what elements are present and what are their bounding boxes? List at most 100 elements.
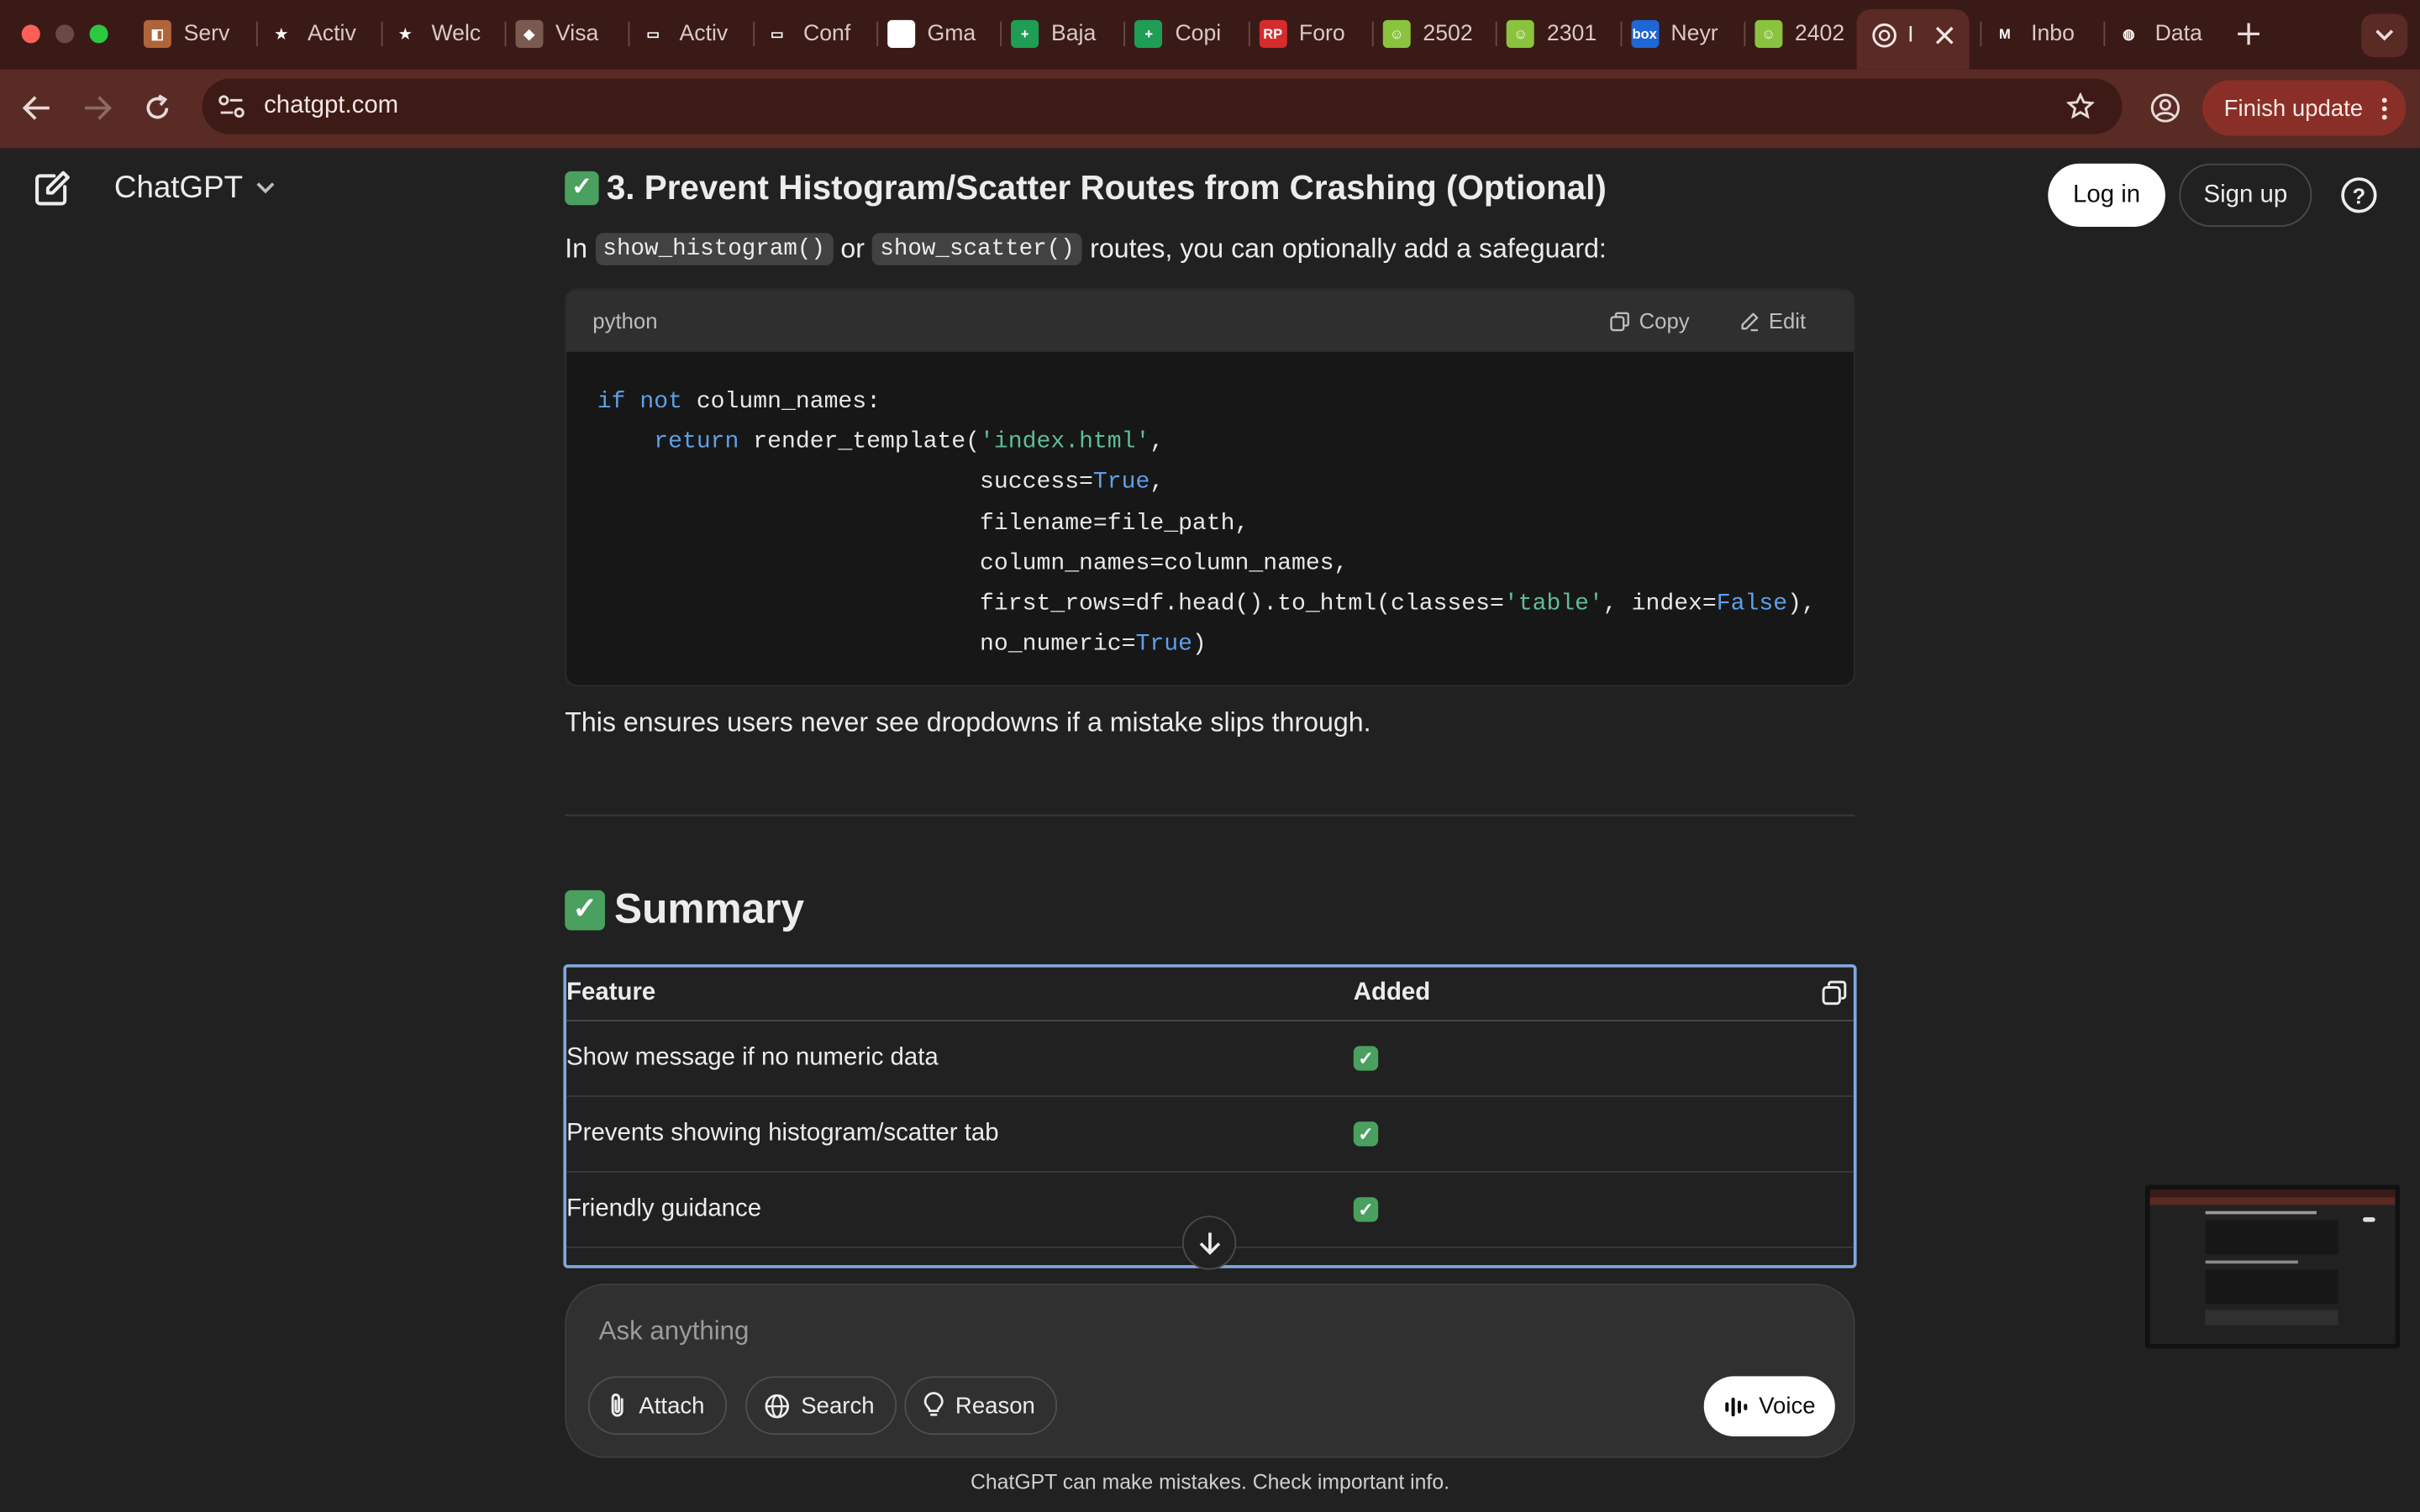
tab-favicon-icon: ▭ bbox=[639, 19, 667, 48]
code-line: first_rows=df.head().to_html(classes='ta… bbox=[597, 583, 1854, 623]
tab-separator bbox=[380, 21, 382, 47]
tab-favicon-icon: box bbox=[1630, 19, 1659, 48]
message-input[interactable]: Ask anything bbox=[599, 1316, 750, 1347]
code-token: no_numeric= bbox=[597, 629, 1136, 658]
reload-icon[interactable] bbox=[142, 92, 173, 123]
browser-tab[interactable]: M Inbo bbox=[1991, 13, 2096, 55]
browser-tab[interactable]: ▭ Activ bbox=[639, 13, 744, 55]
browser-tab[interactable]: ☺ 2301 bbox=[1507, 13, 1612, 55]
app-header: ChatGPT bbox=[31, 166, 277, 209]
site-settings-icon[interactable] bbox=[218, 94, 245, 118]
code-line: no_numeric=True) bbox=[597, 623, 1854, 664]
code-line: column_names=column_names, bbox=[597, 543, 1854, 583]
browser-tab[interactable]: RP Foro bbox=[1259, 13, 1364, 55]
browser-tab[interactable]: ▭ Conf bbox=[763, 13, 868, 55]
table-header-row: Feature Added bbox=[566, 968, 1854, 1021]
browser-tab[interactable]: + Baja bbox=[1011, 13, 1116, 55]
code-block: python Copy Edit if not column_names: re… bbox=[565, 288, 1855, 687]
check-mark-icon: ✓ bbox=[565, 171, 599, 206]
disclaimer: ChatGPT can make mistakes. Check importa… bbox=[970, 1470, 1450, 1494]
tab-favicon-icon: ★ bbox=[267, 19, 296, 48]
code-token: column_names=column_names, bbox=[597, 549, 1349, 577]
browser-tab[interactable]: box Neyr bbox=[1630, 13, 1736, 55]
summary-heading: ✓ Summary bbox=[565, 885, 804, 933]
paragraph-safeguard: In show_histogram() or show_scatter() ro… bbox=[565, 233, 1607, 265]
reason-button[interactable]: Reason bbox=[904, 1376, 1057, 1436]
back-arrow-icon[interactable] bbox=[22, 94, 53, 122]
screenshot-thumbnail[interactable] bbox=[2145, 1184, 2401, 1349]
model-selector[interactable]: ChatGPT bbox=[114, 171, 243, 206]
tab-separator bbox=[1248, 21, 1250, 47]
code-token: column_names: bbox=[681, 387, 881, 416]
tab-favicon-icon: ☺ bbox=[1754, 19, 1783, 48]
tab-favicon-icon: ▭ bbox=[763, 19, 792, 48]
attach-button[interactable]: Attach bbox=[587, 1376, 727, 1436]
help-icon[interactable]: ? bbox=[2341, 177, 2377, 213]
tab-favicon-icon: ◧ bbox=[143, 19, 171, 48]
bookmark-star-icon[interactable] bbox=[2066, 92, 2095, 120]
finish-update-button[interactable]: Finish update bbox=[2202, 80, 2407, 136]
edit-label: Edit bbox=[1768, 308, 1807, 333]
browser-tab[interactable]: ★ Welc bbox=[391, 13, 497, 55]
profile-icon[interactable] bbox=[2150, 92, 2181, 123]
new-chat-icon[interactable] bbox=[31, 166, 74, 209]
table-row: Show message if no numeric data ✓ bbox=[566, 1021, 1854, 1097]
tab-favicon-icon: + bbox=[1011, 19, 1039, 48]
tab-favicon-icon: ◍ bbox=[2114, 19, 2143, 48]
code-token: True bbox=[1092, 468, 1150, 496]
tab-label: Activ bbox=[679, 21, 729, 47]
minimize-window-button[interactable] bbox=[55, 24, 75, 44]
tab-separator bbox=[256, 21, 259, 47]
screen: ◧ Serv ★ Activ ★ Welc ◆ Visa ▭ Activ ▭ Conf G Gma + Baj… bbox=[0, 0, 2420, 1512]
code-token: True bbox=[1135, 629, 1192, 658]
edit-code-button[interactable]: Edit bbox=[1739, 308, 1806, 333]
browser-toolbar: chatgpt.com bbox=[0, 69, 2420, 149]
table-cell: Friendly guidance bbox=[566, 1195, 762, 1222]
tab-active[interactable]: I bbox=[1856, 9, 1970, 70]
browser-tab[interactable]: ☺ 2502 bbox=[1382, 13, 1488, 55]
arrow-down-icon bbox=[1198, 1231, 1220, 1255]
chevron-down-icon[interactable] bbox=[255, 181, 277, 196]
browser-tab[interactable]: ◍ Data bbox=[2114, 13, 2220, 55]
close-window-button[interactable] bbox=[21, 24, 40, 44]
tab-label: Activ bbox=[308, 21, 356, 47]
column-header-added: Added bbox=[1353, 979, 1431, 1006]
code-token: success= bbox=[597, 468, 1093, 496]
voice-button[interactable]: Voice bbox=[1703, 1376, 1835, 1436]
tab-label: Visa bbox=[555, 21, 599, 47]
code-token: , bbox=[1150, 428, 1165, 456]
tab-favicon-icon: + bbox=[1134, 19, 1163, 48]
close-tab-icon[interactable] bbox=[1933, 24, 1955, 46]
search-button[interactable]: Search bbox=[745, 1376, 897, 1436]
browser-tab[interactable]: ◧ Serv bbox=[143, 13, 249, 55]
tab-separator bbox=[1371, 21, 1374, 47]
chatgpt-logo-icon bbox=[1872, 23, 1897, 48]
copy-table-icon[interactable] bbox=[1821, 979, 1847, 1005]
code-token: 'table' bbox=[1503, 589, 1603, 617]
para-suffix: routes, you can optionally add a safegua… bbox=[1090, 233, 1607, 265]
browser-tab[interactable]: ★ Activ bbox=[267, 13, 372, 55]
scroll-to-bottom-button[interactable] bbox=[1181, 1215, 1237, 1270]
code-token: , bbox=[1150, 468, 1165, 496]
tab-separator bbox=[628, 21, 630, 47]
copy-code-button[interactable]: Copy bbox=[1610, 308, 1690, 333]
tab-label: Welc bbox=[431, 21, 481, 47]
tab-separator bbox=[1619, 21, 1622, 47]
signup-button[interactable]: Sign up bbox=[2179, 163, 2312, 227]
more-vertical-icon[interactable] bbox=[2381, 97, 2387, 121]
forward-arrow-icon[interactable] bbox=[82, 94, 113, 122]
browser-tab[interactable]: ☺ 2402 bbox=[1754, 13, 1860, 55]
browser-tab[interactable]: G Gma bbox=[886, 13, 992, 55]
browser-tab[interactable]: ◆ Visa bbox=[515, 13, 620, 55]
tab-favicon-icon: ☺ bbox=[1382, 19, 1411, 48]
new-tab-icon[interactable] bbox=[2236, 22, 2260, 46]
url-text[interactable]: chatgpt.com bbox=[264, 92, 398, 120]
fullscreen-window-button[interactable] bbox=[89, 24, 108, 44]
tab-search-button[interactable] bbox=[2361, 13, 2408, 57]
browser-tab[interactable]: + Copi bbox=[1134, 13, 1240, 55]
code-token: False bbox=[1716, 589, 1788, 617]
address-bar[interactable]: chatgpt.com bbox=[202, 78, 2123, 134]
browser-tab-bar: ◧ Serv ★ Activ ★ Welc ◆ Visa ▭ Activ ▭ Conf G Gma + Baj… bbox=[0, 0, 2420, 70]
tab-separator bbox=[504, 21, 507, 47]
login-button[interactable]: Log in bbox=[2048, 163, 2165, 227]
